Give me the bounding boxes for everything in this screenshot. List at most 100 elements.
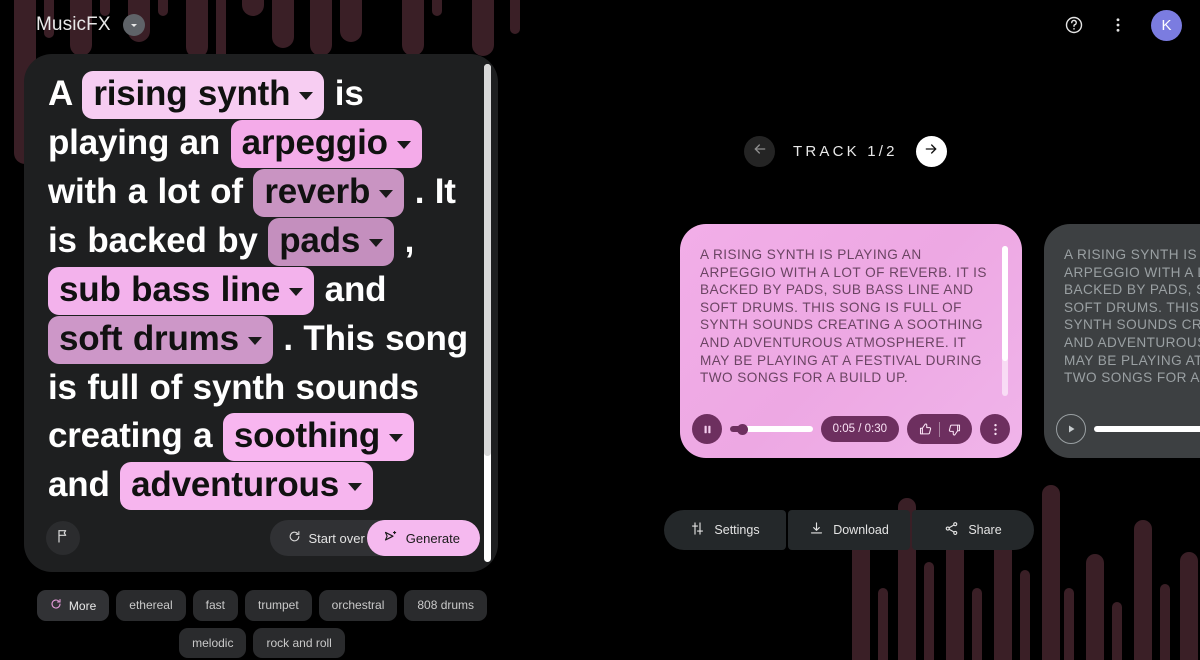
track-toolbar: Settings Download Share [664,510,1034,550]
brand-dropdown-button[interactable] [122,14,145,36]
prompt-chip[interactable]: reverb [253,169,405,217]
waveform-bar [1086,554,1104,660]
suggestion-chip[interactable]: 808 drums [404,590,488,621]
waveform-bar [1042,485,1060,660]
chevron-down-icon [369,238,384,247]
prompt-chip-label: rising synth [93,74,291,113]
help-circle-icon[interactable] [1061,12,1087,38]
report-flag-button[interactable] [46,521,80,555]
prompt-chip-label: pads [279,221,361,260]
track-cards: A RISING SYNTH IS PLAYING AN ARPEGGIO WI… [680,224,1200,458]
prompt-chip-label: reverb [264,172,371,211]
prompt-static-text: A [48,74,83,113]
sliders-icon [690,521,705,539]
refresh-icon [50,598,62,613]
prompt-scrollbar-thumb[interactable] [484,64,491,456]
previous-track-button[interactable] [744,136,775,167]
prompt-chip[interactable]: soothing [222,413,415,461]
avatar[interactable]: K [1151,9,1182,41]
prompt-static-text: with a lot of [48,172,254,211]
chevron-down-icon [348,482,362,491]
prompt-chip[interactable]: arpeggio [230,120,422,168]
prompt-chip-label: soft drums [59,319,239,358]
waveform-bar [1020,570,1030,660]
header-actions: K [1061,9,1182,41]
download-label: Download [833,523,889,537]
download-button[interactable]: Download [788,510,910,550]
prompt-chip-label: soothing [233,416,381,455]
generate-label: Generate [405,530,460,546]
arrow-left-icon [752,141,768,162]
generate-button[interactable]: Generate [366,520,480,556]
share-button[interactable]: Share [912,510,1034,550]
play-icon[interactable] [1056,414,1086,444]
pause-icon[interactable] [692,414,722,444]
playback-time: 0:05 / 0:30 [820,416,899,442]
progress-knob[interactable] [737,423,749,435]
chevron-down-icon [379,189,394,198]
waveform-bar [972,588,982,660]
waveform-bar [924,562,934,660]
prompt-chip-label: arpeggio [241,123,388,162]
thumb-up-icon[interactable] [911,415,939,443]
prompt-chip[interactable]: rising synth [82,71,325,119]
track-description-scrollbar[interactable] [1002,246,1008,396]
waveform-bar [1064,588,1074,660]
prompt-chip[interactable]: pads [268,218,395,266]
share-icon [944,521,959,539]
suggestion-chip[interactable]: fast [192,590,238,621]
suggestion-more-label: More [68,598,97,613]
prompt-chip[interactable]: adventurous [120,462,373,510]
rating-group [907,414,972,444]
suggestion-chip[interactable]: orchestral [318,590,398,621]
prompt-static-text: and [48,465,121,504]
chevron-down-icon [289,287,304,296]
prompt-chip-label: sub bass line [59,270,281,309]
more-vertical-icon[interactable] [1105,12,1131,38]
progress-slider[interactable] [730,414,813,444]
refresh-icon [288,530,301,546]
track-scrollbar-thumb[interactable] [1002,246,1008,361]
prompt-static-text: and [314,270,387,309]
track-counter: TRACK 1/2 [793,143,898,160]
suggestion-more-button[interactable]: More [36,590,110,621]
share-label: Share [968,523,1002,537]
chevron-down-icon [299,91,314,100]
prompt-panel: A rising synth is playing an arpeggio wi… [24,54,498,572]
track-more-icon[interactable] [980,414,1010,444]
flag-icon [55,528,71,549]
suggestion-chip[interactable]: ethereal [116,590,186,621]
suggestion-chip[interactable]: trumpet [244,590,312,621]
next-track-button[interactable] [915,136,947,167]
suggestion-chip[interactable]: melodic [179,628,247,658]
audio-player: 0:05 / 0:30 [692,412,1010,446]
waveform-bar [1134,520,1152,660]
track-navigation: TRACK 1/2 [744,136,947,167]
start-over-button[interactable]: Start over [270,520,381,556]
app-header: MusicFX K [0,0,1200,50]
suggestion-chip[interactable]: rock and roll [253,628,345,658]
chevron-down-icon [129,20,139,30]
progress-slider[interactable] [1094,414,1200,444]
settings-button[interactable]: Settings [664,510,786,550]
track-description: A RISING SYNTH IS PLAYING AN ARPEGGIO WI… [700,247,987,386]
waveform-bar [1180,552,1198,660]
track-description: A RISING SYNTH IS PLAYING AN ARPEGGIO WI… [1064,247,1200,386]
chevron-down-icon [396,140,411,149]
download-icon [809,521,824,539]
waveform-bar [1112,602,1122,660]
track-card[interactable]: A RISING SYNTH IS PLAYING AN ARPEGGIO WI… [680,224,1022,458]
thumb-down-icon[interactable] [940,415,968,443]
prompt-actions: Start over Generate [46,518,480,558]
prompt-chip[interactable]: soft drums [48,316,273,364]
prompt-scrollbar[interactable] [484,64,491,562]
waveform-bar [1160,584,1170,660]
audio-player: 0 [1056,412,1200,446]
send-sparkle-icon [383,529,398,547]
prompt-chip[interactable]: sub bass line [48,267,315,315]
track-card[interactable]: A RISING SYNTH IS PLAYING AN ARPEGGIO WI… [1044,224,1200,458]
start-over-label: Start over [308,530,365,546]
suggestion-chips: More ethereal fast trumpet orchestral 808 dru… [24,590,500,658]
prompt-button-group: Start over Generate [270,520,480,556]
prompt-editor[interactable]: A rising synth is playing an arpeggio wi… [48,70,484,510]
